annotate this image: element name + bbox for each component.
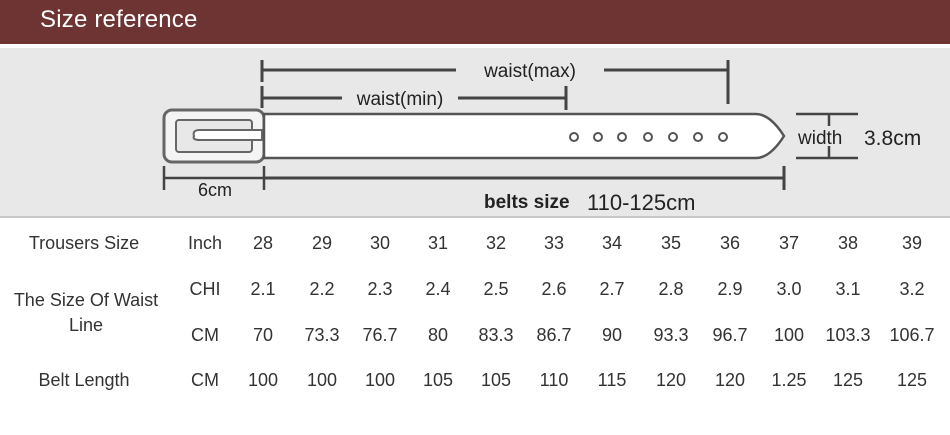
table-cell-belt: 110 [539, 370, 569, 390]
table-cell-belt: 125 [896, 370, 928, 390]
table-cell-cm: 73.3 [304, 325, 340, 345]
table-cell-inch: 38 [837, 233, 859, 253]
table-cell-cm: 90 [601, 325, 623, 345]
table-cell-belt: 100 [306, 370, 338, 390]
belt-length-label: Belt Length [38, 370, 130, 390]
waist-line-label-line1: The Size Of Waist [13, 290, 159, 310]
table-cell-cm: 70 [252, 325, 274, 345]
table-cell-chi: 2.7 [599, 279, 625, 299]
belts-size-label: belts size [484, 192, 570, 213]
table-cell-cm: 80 [427, 325, 449, 345]
table-cell-chi: 2.2 [309, 279, 335, 299]
waist-line-label: The Size Of Waist Line [0, 288, 172, 338]
table-cell-chi: 2.1 [250, 279, 276, 299]
table-cell-cm: 106.7 [889, 325, 935, 345]
page-title: Size reference [40, 6, 198, 33]
table-cell-cm: 86.7 [536, 325, 572, 345]
table-cell-chi: 2.8 [658, 279, 684, 299]
table-cell-inch: 36 [719, 233, 741, 253]
table-cell-chi: 3.1 [835, 279, 861, 299]
table-cell-inch: 37 [778, 233, 800, 253]
unit-inch: Inch [187, 233, 223, 253]
header-bar: Size reference [0, 0, 950, 44]
table-cell-cm: 103.3 [825, 325, 871, 345]
table-cell-chi: 2.6 [541, 279, 567, 299]
table-cell-belt: 120 [655, 370, 687, 390]
table-cell-belt: 105 [422, 370, 454, 390]
belt-diagram-svg: waist(max) waist(min) width 3.8cm 6cm be… [162, 60, 921, 215]
table-cell-inch: 33 [543, 233, 565, 253]
table-cell-chi: 3.0 [776, 279, 802, 299]
unit-cm: CM [191, 325, 219, 345]
table-cell-chi: 2.9 [717, 279, 743, 299]
waist-max-label: waist(max) [483, 61, 576, 82]
width-value: 3.8cm [864, 127, 921, 150]
table-cell-belt: 100 [364, 370, 396, 390]
table-cell-inch: 28 [252, 233, 274, 253]
table-cell-cm: 76.7 [362, 325, 398, 345]
belts-size-value: 110-125cm [587, 190, 695, 215]
table-cell-cm: 96.7 [712, 325, 748, 345]
divider [0, 216, 950, 218]
table-cell-inch: 29 [311, 233, 333, 253]
table-cell-chi: 2.4 [425, 279, 451, 299]
table-cell-belt: 115 [597, 370, 627, 390]
waist-min-label: waist(min) [356, 89, 444, 110]
table-cell-chi: 3.2 [899, 279, 925, 299]
unit-belt-cm: CM [191, 370, 219, 390]
table-cell-inch: 34 [601, 233, 623, 253]
table-cell-cm: 83.3 [478, 325, 514, 345]
table-cell-inch: 39 [901, 233, 923, 253]
trousers-size-label: Trousers Size [28, 233, 140, 253]
table-cell-belt: 125 [832, 370, 864, 390]
buckle-size-label: 6cm [198, 180, 232, 200]
unit-chi: CHI [189, 279, 221, 299]
table-cell-belt: 105 [480, 370, 512, 390]
table-cell-inch: 35 [660, 233, 682, 253]
table-cell-inch: 32 [485, 233, 507, 253]
belt-diagram: waist(max) waist(min) width 3.8cm 6cm be… [0, 48, 950, 216]
width-label: width [797, 128, 842, 149]
table-cell-cm: 93.3 [653, 325, 689, 345]
table-cell-belt: 120 [714, 370, 746, 390]
table-cell-belt: 1.25 [771, 370, 807, 390]
belt-strap [262, 112, 786, 160]
table-cell-belt: 100 [247, 370, 279, 390]
table-cell-chi: 2.3 [367, 279, 393, 299]
buckle-icon [162, 108, 266, 164]
table-cell-chi: 2.5 [483, 279, 509, 299]
table-cell-inch: 31 [427, 233, 449, 253]
waist-line-label-line2: Line [68, 315, 104, 335]
table-cell-inch: 30 [369, 233, 391, 253]
table-cell-cm: 100 [773, 325, 805, 345]
